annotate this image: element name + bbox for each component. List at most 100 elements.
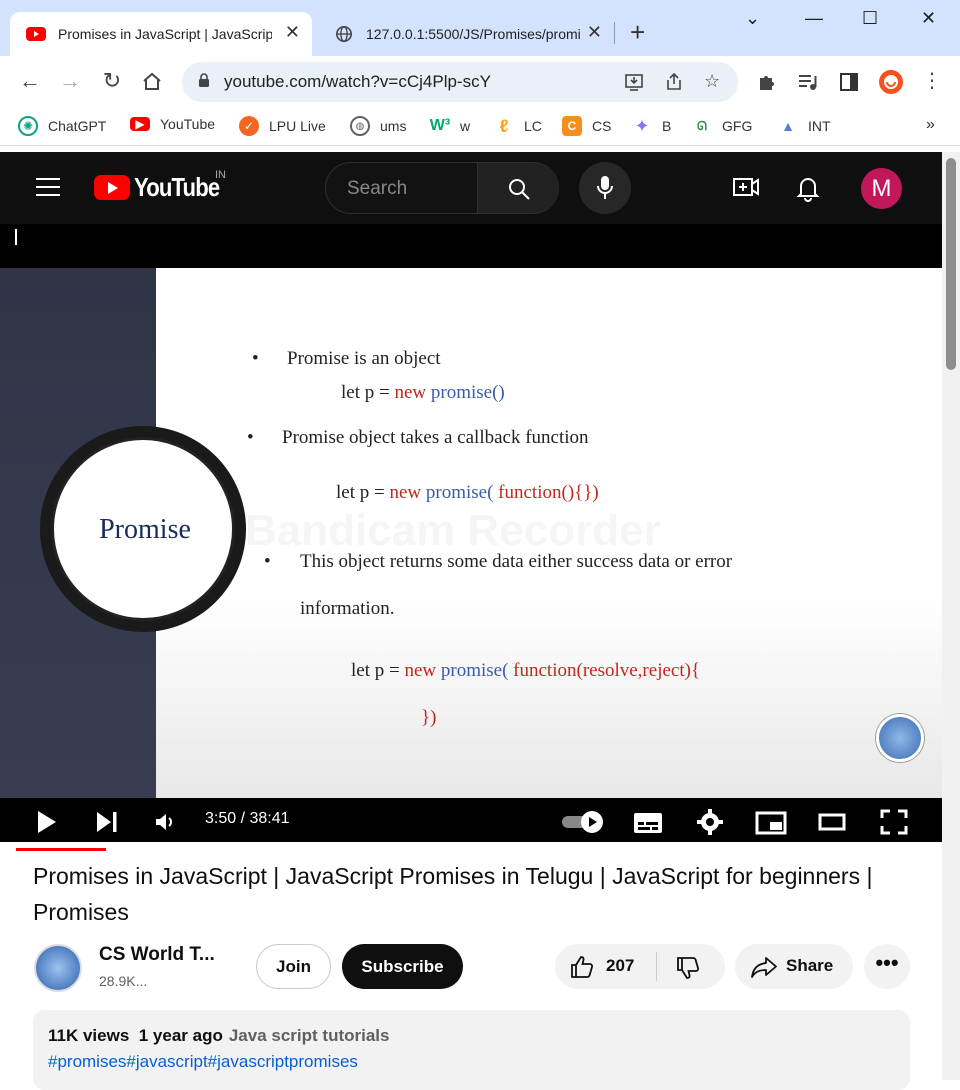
settings-gear-icon[interactable] bbox=[696, 808, 724, 836]
more-actions-button[interactable]: ••• bbox=[864, 944, 910, 989]
text-cursor bbox=[15, 229, 17, 245]
slide-bullet: • bbox=[264, 551, 271, 572]
channel-name[interactable]: CS World T... bbox=[99, 944, 215, 966]
profile-extension-icon[interactable] bbox=[878, 69, 904, 95]
view-count: 11K views bbox=[48, 1026, 130, 1045]
fullscreen-icon[interactable] bbox=[880, 809, 908, 835]
bookmark-youtube[interactable]: ▶ YouTube bbox=[130, 116, 215, 132]
w3-icon: W³ bbox=[429, 117, 451, 134]
bookmark-label: ChatGPT bbox=[48, 118, 107, 134]
slide-watermark: Bandicam Recorder bbox=[245, 506, 661, 556]
extensions-puzzle-icon[interactable] bbox=[757, 72, 777, 92]
progress-track[interactable] bbox=[16, 848, 926, 851]
thumbs-up-icon[interactable] bbox=[569, 954, 595, 980]
back-arrow-icon[interactable]: ← bbox=[17, 68, 43, 94]
subscribe-button[interactable]: Subscribe bbox=[342, 944, 463, 989]
minimize-button[interactable]: — bbox=[805, 8, 823, 29]
close-window-button[interactable]: ✕ bbox=[921, 8, 936, 29]
reload-icon[interactable]: ↻ bbox=[99, 68, 125, 94]
kebab-menu-icon[interactable]: ⋮ bbox=[919, 68, 945, 94]
upload-age: 1 year ago bbox=[138, 1026, 223, 1045]
youtube-favicon-icon bbox=[26, 27, 46, 41]
bookmark-ums[interactable]: ◍ ums bbox=[350, 116, 406, 136]
share-arrow-icon bbox=[751, 957, 777, 978]
youtube-page: YouTube IN Search M Promise Bandicam Rec… bbox=[0, 152, 942, 1090]
bookmark-lpu-live[interactable]: ✓ LPU Live bbox=[239, 116, 326, 136]
voice-search-button[interactable] bbox=[579, 162, 631, 214]
channel-avatar[interactable] bbox=[34, 944, 82, 992]
media-queue-icon[interactable] bbox=[797, 72, 819, 92]
side-panel-icon[interactable] bbox=[839, 72, 859, 92]
play-icon[interactable] bbox=[36, 810, 58, 834]
account-avatar[interactable]: M bbox=[861, 168, 902, 209]
bookmark-chatgpt[interactable]: ✺ ChatGPT bbox=[18, 116, 106, 136]
slide-bullet-3: This object returns some data either suc… bbox=[300, 551, 733, 572]
create-video-icon[interactable] bbox=[732, 174, 760, 200]
star-bookmark-icon[interactable]: ☆ bbox=[704, 71, 720, 92]
description-box[interactable]: 11K views 1 year ago Java script tutorial… bbox=[33, 1010, 910, 1090]
bookmarks-overflow-icon[interactable]: » bbox=[926, 116, 935, 134]
next-video-icon[interactable] bbox=[95, 811, 119, 833]
youtube-wordmark[interactable]: YouTube bbox=[134, 172, 220, 203]
bookmark-bard[interactable]: ✦ B bbox=[632, 116, 671, 136]
bookmark-label: LC bbox=[524, 118, 542, 134]
new-tab-button[interactable]: + bbox=[630, 18, 645, 46]
page-scrollbar[interactable] bbox=[942, 152, 960, 1080]
bookmark-label: w bbox=[460, 118, 471, 134]
bookmark-label: INT bbox=[808, 118, 831, 134]
lpu-icon: ✓ bbox=[239, 116, 259, 136]
slide-code-1: let p = new promise() bbox=[341, 382, 505, 403]
maximize-button[interactable]: ☐ bbox=[862, 8, 878, 29]
tab-close-icon[interactable]: ✕ bbox=[285, 22, 300, 43]
home-icon[interactable] bbox=[141, 71, 163, 91]
theater-mode-icon[interactable] bbox=[818, 813, 846, 831]
bookmark-codestudio[interactable]: C CS bbox=[562, 116, 611, 136]
slide-code-3-end: }) bbox=[421, 707, 437, 728]
tab-close-icon[interactable]: ✕ bbox=[587, 22, 602, 43]
slide-bullet: • bbox=[252, 348, 259, 369]
notifications-bell-icon[interactable] bbox=[796, 174, 820, 202]
bookmark-int[interactable]: ▲ INT bbox=[778, 116, 831, 136]
codestudio-icon: C bbox=[562, 116, 582, 136]
search-button[interactable] bbox=[477, 163, 559, 213]
share-label: Share bbox=[786, 956, 834, 975]
hamburger-menu-icon[interactable] bbox=[36, 178, 60, 196]
like-count[interactable]: 207 bbox=[606, 956, 634, 976]
tab-search-chevron-icon[interactable]: ⌄ bbox=[745, 8, 760, 29]
video-player[interactable]: Promise Bandicam Recorder • Promise is a… bbox=[0, 224, 942, 851]
youtube-logo-icon[interactable] bbox=[94, 175, 130, 200]
address-bar[interactable]: youtube.com/watch?v=cCj4Plp-scY ☆ bbox=[182, 62, 738, 102]
join-button[interactable]: Join bbox=[256, 944, 331, 989]
autoplay-toggle-icon[interactable] bbox=[560, 808, 606, 836]
share-button[interactable]: Share bbox=[735, 944, 853, 989]
playlist-link[interactable]: Java script tutorials bbox=[229, 1026, 390, 1045]
browser-tab-strip: Promises in JavaScript | JavaScript Prom… bbox=[0, 0, 960, 56]
tab-title: Promises in JavaScript | JavaScript Prom… bbox=[58, 26, 272, 42]
bookmark-label: GFG bbox=[722, 118, 753, 134]
time-display: 3:50 / 38:41 bbox=[205, 810, 290, 827]
bookmark-label: LPU Live bbox=[269, 118, 326, 134]
subtitles-icon[interactable] bbox=[633, 812, 663, 834]
bookmark-w3schools[interactable]: W³ w bbox=[430, 116, 470, 136]
youtube-icon: ▶ bbox=[130, 117, 150, 131]
scrollbar-thumb[interactable] bbox=[946, 158, 956, 370]
volume-icon[interactable] bbox=[154, 812, 178, 832]
tab-separator bbox=[614, 22, 615, 44]
like-divider bbox=[656, 952, 657, 981]
install-app-icon[interactable] bbox=[624, 72, 644, 92]
hashtags[interactable]: #promises#javascript#javascriptpromises bbox=[48, 1052, 358, 1072]
bookmark-gfg[interactable]: ᘏ GFG bbox=[692, 116, 752, 136]
miniplayer-icon[interactable] bbox=[755, 811, 787, 835]
tab-title: 127.0.0.1:5500/JS/Promises/promises.html bbox=[366, 26, 580, 42]
search-input[interactable]: Search bbox=[325, 162, 559, 214]
globe-icon bbox=[335, 25, 353, 43]
url-text: youtube.com/watch?v=cCj4Plp-scY bbox=[224, 72, 491, 91]
forward-arrow-icon[interactable]: → bbox=[57, 68, 83, 94]
tab-localhost[interactable]: 127.0.0.1:5500/JS/Promises/promises.html… bbox=[318, 12, 614, 56]
thumbs-down-icon[interactable] bbox=[675, 955, 701, 981]
share-page-icon[interactable] bbox=[664, 72, 684, 92]
country-code: IN bbox=[215, 169, 226, 181]
bookmark-label: YouTube bbox=[160, 116, 216, 132]
tab-youtube[interactable]: Promises in JavaScript | JavaScript Prom… bbox=[10, 12, 312, 56]
bookmark-leetcode[interactable]: ℓ LC bbox=[494, 116, 542, 136]
